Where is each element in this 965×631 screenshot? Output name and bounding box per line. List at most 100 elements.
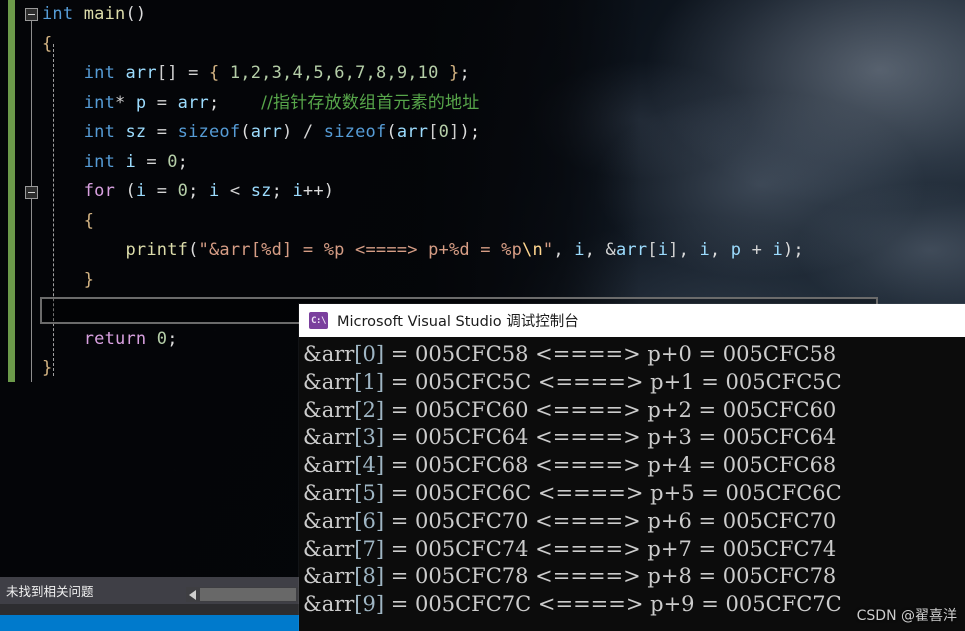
code-token: [ bbox=[428, 122, 439, 142]
code-token: * bbox=[115, 92, 136, 113]
code-token: + bbox=[741, 240, 773, 260]
console-line: &arr[4] = 005CFC68 <====> p+4 = 005CFC68 bbox=[303, 452, 965, 480]
code-token: } bbox=[42, 358, 53, 378]
code-token: = bbox=[146, 92, 178, 113]
console-text: [9] bbox=[354, 592, 385, 617]
console-text: = 005CFC7C <====> p+9 = 005CFC7C bbox=[384, 592, 842, 617]
console-text: &arr bbox=[303, 536, 355, 561]
code-token: i bbox=[657, 240, 669, 260]
console-text: [3] bbox=[354, 425, 385, 450]
console-text: &arr bbox=[303, 453, 355, 478]
console-text: [1] bbox=[354, 369, 385, 394]
console-output: &arr[0] = 005CFC58 <====> p+0 = 005CFC58… bbox=[299, 337, 965, 619]
console-text: &arr bbox=[303, 480, 355, 505]
code-token: () bbox=[125, 4, 147, 24]
console-text: &arr bbox=[303, 564, 355, 589]
code-token: printf bbox=[42, 240, 189, 260]
code-token: i bbox=[772, 240, 783, 260]
code-token: arr bbox=[125, 63, 157, 83]
code-token: ; bbox=[188, 181, 209, 201]
scrollbar-thumb[interactable] bbox=[200, 588, 296, 601]
code-token: ); bbox=[459, 122, 481, 142]
code-line: printf("&arr[%d] = %p <====> p+%d = %p\n… bbox=[42, 236, 804, 266]
console-title-bar[interactable]: C:\ Microsoft Visual Studio 调试控制台 bbox=[299, 304, 965, 337]
code-token: i bbox=[135, 181, 147, 201]
code-token: int bbox=[42, 4, 74, 24]
code-token: ) / bbox=[282, 122, 324, 142]
code-token: ] bbox=[449, 122, 460, 142]
code-token: ; bbox=[177, 151, 189, 172]
code-token: 0 bbox=[177, 181, 189, 201]
code-token: sizeof bbox=[177, 122, 241, 142]
code-token: [ bbox=[647, 240, 658, 260]
console-text: [4] bbox=[354, 453, 385, 478]
code-token: [] bbox=[156, 63, 178, 83]
code-token: ( bbox=[115, 181, 136, 201]
code-token: arr bbox=[396, 122, 429, 142]
console-line: &arr[5] = 005CFC6C <====> p+5 = 005CFC6C bbox=[303, 480, 965, 508]
code-line: { bbox=[42, 30, 804, 60]
code-token: int bbox=[42, 63, 116, 83]
code-token: int bbox=[42, 122, 116, 142]
code-token: ++) bbox=[302, 181, 335, 201]
console-text: [2] bbox=[354, 397, 385, 422]
code-line: int arr[] = { 1,2,3,4,5,6,7,8,9,10 }; bbox=[42, 59, 804, 89]
code-token: = bbox=[135, 151, 168, 172]
console-text: = 005CFC68 <====> p+4 = 005CFC68 bbox=[384, 453, 837, 478]
console-text: = 005CFC60 <====> p+2 = 005CFC60 bbox=[384, 397, 837, 422]
console-line: &arr[1] = 005CFC5C <====> p+1 = 005CFC5C bbox=[303, 369, 965, 397]
code-line: int main() bbox=[42, 0, 804, 30]
code-token: i bbox=[699, 240, 710, 260]
code-token: "&arr[%d] = %p <====> p+%d = %p bbox=[198, 240, 523, 260]
code-token: int bbox=[42, 92, 116, 113]
console-line: &arr[0] = 005CFC58 <====> p+0 = 005CFC58 bbox=[303, 341, 965, 369]
code-token: \n bbox=[522, 240, 543, 260]
console-text: &arr bbox=[303, 342, 355, 366]
code-token: ); bbox=[782, 240, 804, 260]
code-token: return bbox=[42, 328, 147, 349]
console-text: = 005CFC6C <====> p+5 = 005CFC6C bbox=[384, 480, 842, 505]
code-token: < bbox=[219, 181, 251, 201]
code-token: " bbox=[542, 240, 554, 260]
console-text: = 005CFC70 <====> p+6 = 005CFC70 bbox=[384, 508, 837, 533]
horizontal-scrollbar[interactable] bbox=[186, 587, 299, 602]
code-token: , bbox=[584, 240, 606, 260]
console-text: [7] bbox=[354, 536, 385, 561]
code-token: 0 bbox=[438, 122, 450, 142]
scroll-left-arrow-icon[interactable] bbox=[189, 589, 196, 600]
console-text: &arr bbox=[303, 508, 355, 533]
console-text: &arr bbox=[303, 397, 355, 422]
code-token: arr bbox=[615, 240, 648, 260]
console-text: [0] bbox=[354, 342, 385, 366]
code-token: = bbox=[146, 181, 178, 201]
fold-toggle-main[interactable] bbox=[25, 8, 38, 21]
code-token: } bbox=[449, 63, 460, 83]
debug-console-window[interactable]: C:\ Microsoft Visual Studio 调试控制台 &arr[0… bbox=[299, 304, 965, 631]
code-token: ; bbox=[208, 92, 220, 113]
console-text: [5] bbox=[354, 480, 385, 505]
code-token: , bbox=[709, 240, 731, 260]
code-token: ( bbox=[386, 122, 397, 142]
change-bar-indicator bbox=[8, 0, 15, 382]
code-token: //指针存放数组首元素的地址 bbox=[261, 92, 480, 113]
code-token: p bbox=[730, 240, 742, 260]
fold-toggle-for-loop[interactable] bbox=[25, 186, 38, 199]
code-token: sz bbox=[125, 122, 147, 142]
code-token: i bbox=[292, 181, 303, 201]
console-text: = 005CFC78 <====> p+8 = 005CFC78 bbox=[384, 564, 837, 589]
console-line: &arr[8] = 005CFC78 <====> p+8 = 005CFC78 bbox=[303, 563, 965, 591]
code-token: } bbox=[42, 269, 95, 290]
console-cmd-icon: C:\ bbox=[309, 312, 328, 329]
csdn-watermark: CSDN @翟喜洋 bbox=[856, 608, 957, 624]
console-text: = 005CFC74 <====> p+7 = 005CFC74 bbox=[384, 536, 837, 561]
code-token: 1,2,3,4,5,6,7,8,9,10 bbox=[229, 63, 439, 83]
code-token: sz bbox=[250, 181, 272, 201]
console-text: &arr bbox=[303, 425, 355, 450]
error-list-message: 未找到相关问题 bbox=[6, 584, 94, 599]
code-token: sizeof bbox=[323, 122, 387, 142]
